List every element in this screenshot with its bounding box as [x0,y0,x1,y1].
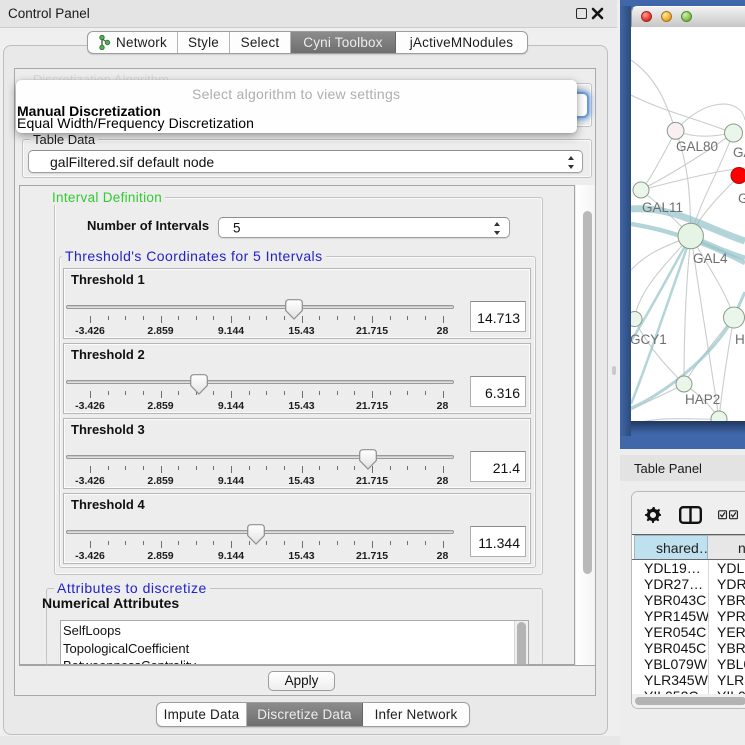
svg-text:G: G [738,191,745,206]
svg-text:GAL4: GAL4 [693,251,728,266]
svg-text:GAL80: GAL80 [676,139,718,154]
svg-text:HAP2: HAP2 [685,392,720,407]
svg-text:GA: GA [733,145,745,160]
svg-text:GAL11: GAL11 [642,200,683,215]
svg-text:GCY1: GCY1 [631,332,667,347]
svg-text:H: H [735,332,745,347]
